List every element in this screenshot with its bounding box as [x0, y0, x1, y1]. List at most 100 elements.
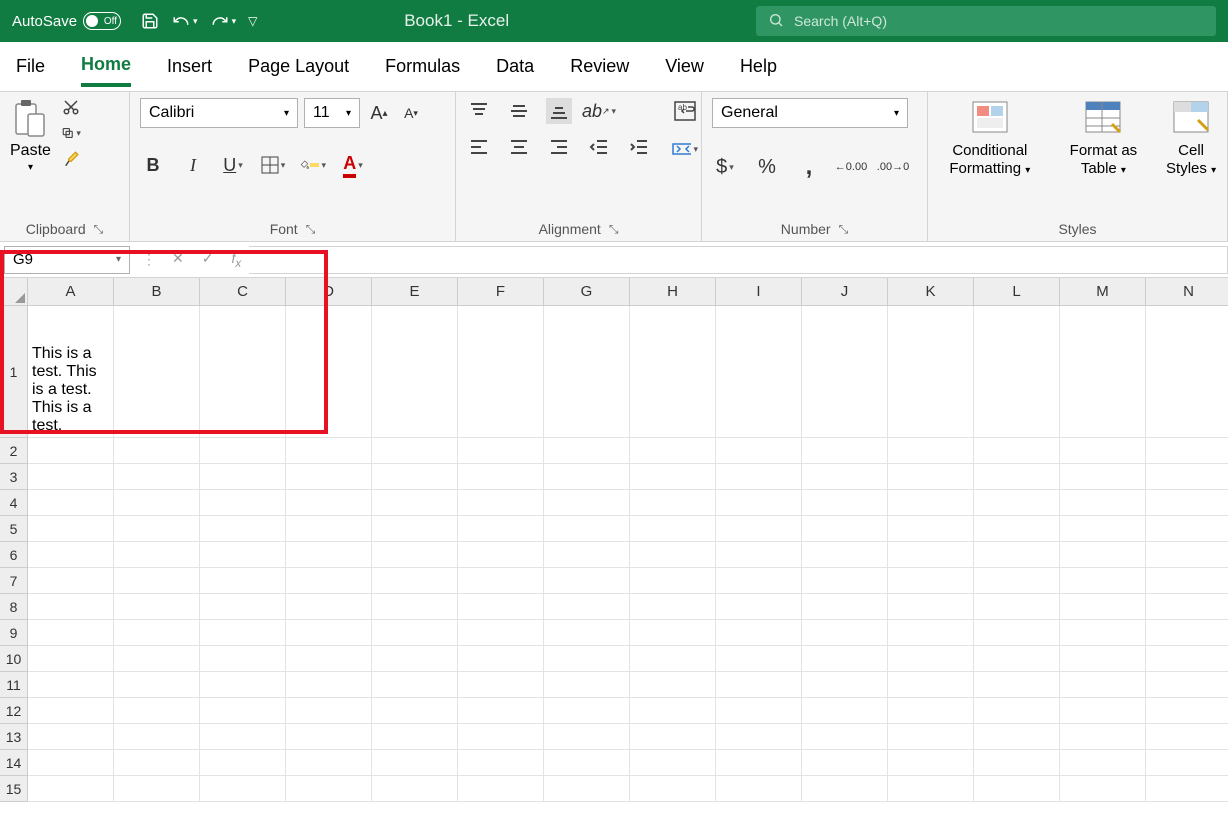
cell[interactable]: [1060, 568, 1146, 594]
cell[interactable]: [974, 724, 1060, 750]
column-header[interactable]: H: [630, 278, 716, 306]
cell[interactable]: [716, 306, 802, 438]
cell[interactable]: [716, 672, 802, 698]
cell[interactable]: [458, 516, 544, 542]
search-box[interactable]: Search (Alt+Q): [756, 6, 1216, 36]
cell[interactable]: [200, 542, 286, 568]
cell[interactable]: [888, 568, 974, 594]
cell[interactable]: [28, 594, 114, 620]
font-size-combo[interactable]: 11▾: [304, 98, 360, 128]
cell[interactable]: [372, 306, 458, 438]
italic-button[interactable]: I: [180, 152, 206, 178]
cell[interactable]: [802, 490, 888, 516]
fx-icon[interactable]: fx: [231, 250, 241, 270]
cell[interactable]: [1060, 646, 1146, 672]
borders-icon[interactable]: ▾: [260, 152, 286, 178]
cell[interactable]: [114, 620, 200, 646]
cell[interactable]: [630, 306, 716, 438]
cell[interactable]: [200, 516, 286, 542]
cell[interactable]: [888, 750, 974, 776]
underline-button[interactable]: U▾: [220, 152, 246, 178]
cell[interactable]: [802, 672, 888, 698]
cell[interactable]: [1146, 490, 1228, 516]
cell[interactable]: [200, 464, 286, 490]
cell[interactable]: [544, 776, 630, 802]
cell[interactable]: [888, 776, 974, 802]
cell[interactable]: [544, 516, 630, 542]
cell[interactable]: [802, 464, 888, 490]
cell[interactable]: [200, 646, 286, 672]
row-header[interactable]: 3: [0, 464, 28, 490]
cell[interactable]: [888, 306, 974, 438]
cell[interactable]: [458, 750, 544, 776]
orientation-icon[interactable]: ab↗▾: [586, 98, 612, 124]
row-header[interactable]: 15: [0, 776, 28, 802]
cell[interactable]: [1146, 306, 1228, 438]
cell[interactable]: [630, 594, 716, 620]
cancel-formula-icon[interactable]: ✕: [172, 250, 184, 270]
cell-styles-button[interactable]: Cell Styles ▾: [1165, 98, 1217, 178]
cell[interactable]: [974, 594, 1060, 620]
cell[interactable]: [28, 464, 114, 490]
cell[interactable]: [458, 438, 544, 464]
cell[interactable]: [200, 568, 286, 594]
cell[interactable]: [544, 490, 630, 516]
cell[interactable]: [200, 724, 286, 750]
increase-indent-icon[interactable]: [626, 134, 652, 160]
cell[interactable]: [888, 672, 974, 698]
tab-page-layout[interactable]: Page Layout: [248, 48, 349, 85]
cell[interactable]: [716, 568, 802, 594]
cell[interactable]: [630, 438, 716, 464]
cell[interactable]: [1060, 698, 1146, 724]
cell[interactable]: [114, 490, 200, 516]
cell[interactable]: [372, 490, 458, 516]
cell[interactable]: [802, 750, 888, 776]
cell[interactable]: [114, 568, 200, 594]
cell[interactable]: [28, 620, 114, 646]
cell[interactable]: [286, 516, 372, 542]
cell[interactable]: [974, 490, 1060, 516]
tab-data[interactable]: Data: [496, 48, 534, 85]
cell[interactable]: [630, 698, 716, 724]
cell[interactable]: [28, 568, 114, 594]
column-header[interactable]: C: [200, 278, 286, 306]
column-header[interactable]: M: [1060, 278, 1146, 306]
column-header[interactable]: N: [1146, 278, 1228, 306]
align-left-icon[interactable]: [466, 134, 492, 160]
row-header[interactable]: 6: [0, 542, 28, 568]
cell[interactable]: [1060, 490, 1146, 516]
cell[interactable]: [1146, 594, 1228, 620]
cell[interactable]: [114, 594, 200, 620]
cell[interactable]: [1146, 438, 1228, 464]
row-header[interactable]: 1: [0, 306, 28, 438]
paste-button[interactable]: Paste: [10, 142, 51, 160]
cell[interactable]: [200, 438, 286, 464]
cell[interactable]: [1146, 672, 1228, 698]
cell[interactable]: [200, 672, 286, 698]
cell[interactable]: [200, 776, 286, 802]
cell[interactable]: [802, 594, 888, 620]
cell[interactable]: [716, 724, 802, 750]
cell[interactable]: [458, 542, 544, 568]
cell[interactable]: [458, 672, 544, 698]
cell[interactable]: [630, 542, 716, 568]
cell[interactable]: [114, 646, 200, 672]
cell[interactable]: [28, 438, 114, 464]
cell[interactable]: [630, 750, 716, 776]
cell[interactable]: [716, 620, 802, 646]
cell[interactable]: [1060, 594, 1146, 620]
column-header[interactable]: I: [716, 278, 802, 306]
paste-icon[interactable]: [12, 98, 48, 140]
cell[interactable]: [802, 542, 888, 568]
tab-formulas[interactable]: Formulas: [385, 48, 460, 85]
cell[interactable]: [888, 724, 974, 750]
row-header[interactable]: 4: [0, 490, 28, 516]
cell[interactable]: [458, 490, 544, 516]
cell[interactable]: [544, 698, 630, 724]
cell[interactable]: [1146, 516, 1228, 542]
cell[interactable]: [114, 516, 200, 542]
autosave-toggle[interactable]: AutoSave Off: [12, 12, 121, 30]
align-top-icon[interactable]: [466, 98, 492, 124]
increase-decimal-icon[interactable]: ←0.00: [838, 154, 864, 180]
cell[interactable]: [888, 698, 974, 724]
